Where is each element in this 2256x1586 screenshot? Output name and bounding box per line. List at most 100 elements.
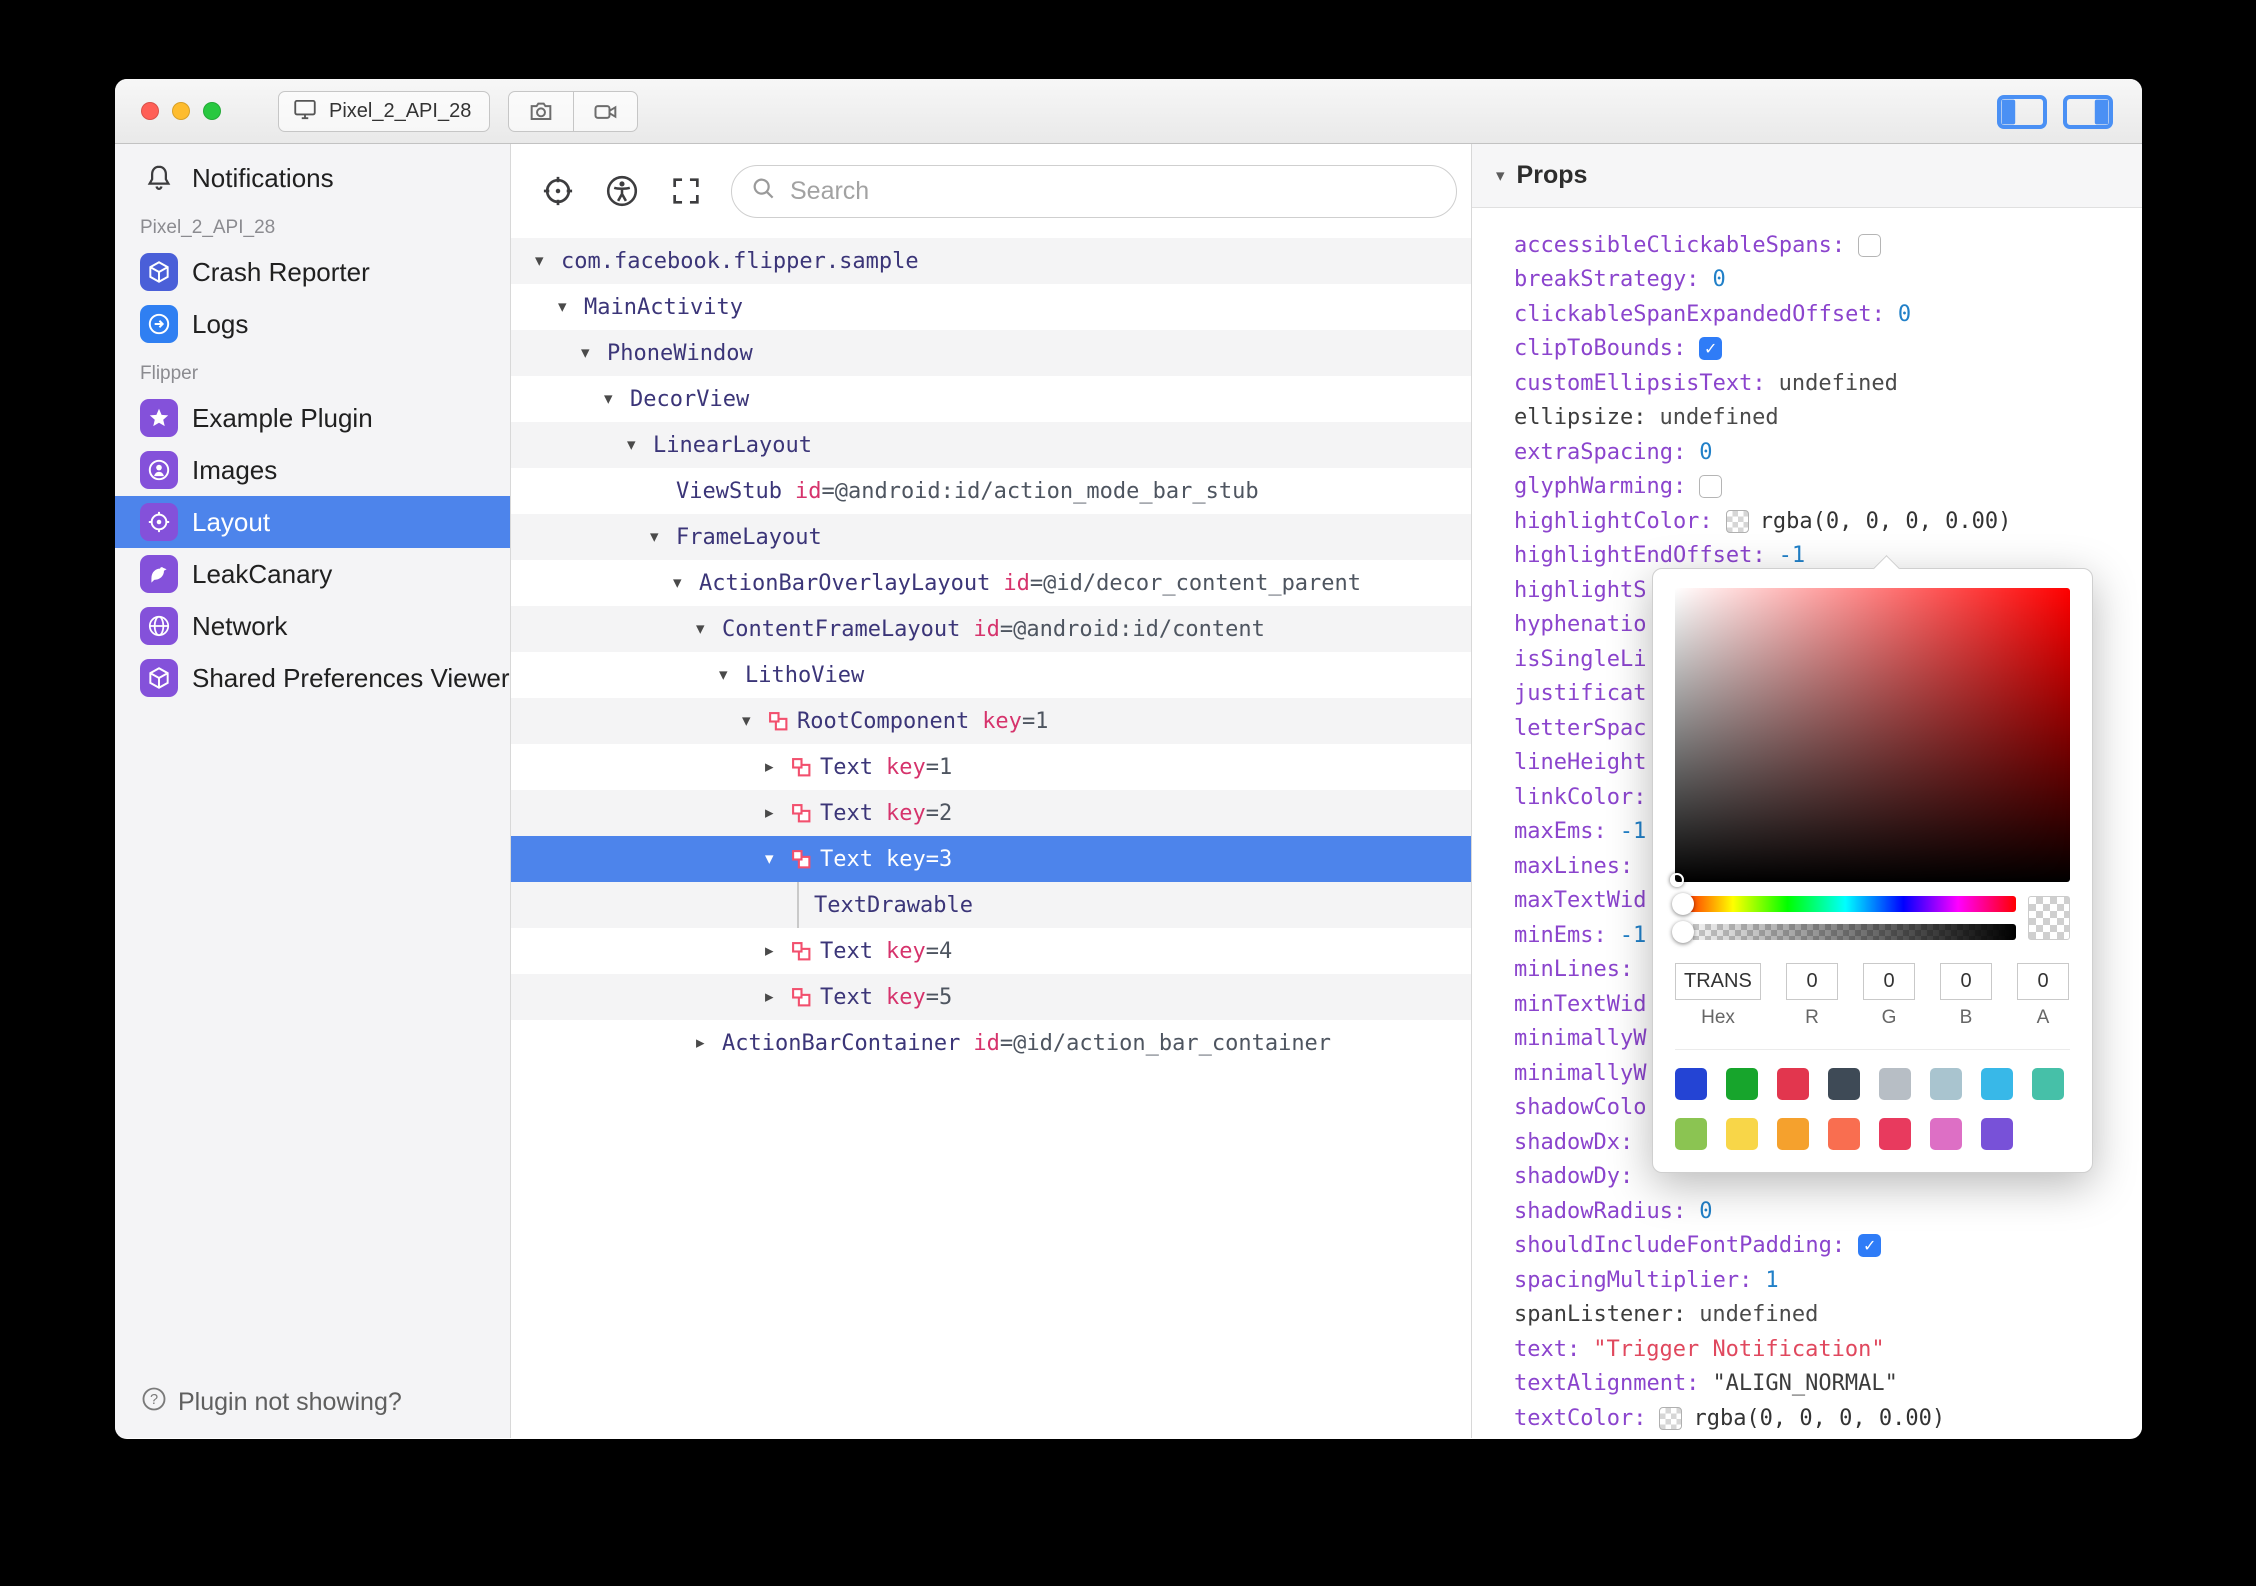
sidebar-item-leakcanary[interactable]: LeakCanary xyxy=(115,548,510,600)
tree-node-rootcomponent[interactable]: ▾ RootComponent key=1 xyxy=(511,698,1471,744)
chevron-right-icon[interactable]: ▸ xyxy=(765,803,791,823)
color-swatch[interactable] xyxy=(1828,1118,1860,1150)
prop-checkbox[interactable]: ✓ xyxy=(1699,337,1723,361)
chevron-down-icon[interactable]: ▾ xyxy=(742,711,768,731)
tree-node-mainactivity[interactable]: ▾ MainActivity xyxy=(511,284,1471,330)
chevron-down-icon[interactable]: ▾ xyxy=(673,573,699,593)
color-swatch[interactable] xyxy=(1675,1118,1707,1150)
color-swatch[interactable] xyxy=(1777,1118,1809,1150)
color-swatch[interactable] xyxy=(1828,1068,1860,1100)
r-label: R xyxy=(1805,1007,1819,1028)
prop-checkbox[interactable] xyxy=(1699,475,1723,499)
color-swatch[interactable] xyxy=(1981,1068,2013,1100)
hex-input[interactable]: TRANS xyxy=(1675,963,1761,1000)
sidebar-item-shared-preferences-viewer[interactable]: Shared Preferences Viewer xyxy=(115,652,510,704)
chevron-right-icon[interactable]: ▸ xyxy=(765,987,791,1007)
sidebar-item-layout[interactable]: Layout xyxy=(115,496,510,548)
litho-component-icon xyxy=(791,941,820,962)
color-swatch[interactable] xyxy=(1879,1068,1911,1100)
alpha-slider[interactable] xyxy=(1672,921,2016,943)
blue-input[interactable]: 0 xyxy=(1940,963,1992,1000)
tree-node-text[interactable]: ▸ Text key=2 xyxy=(511,790,1471,836)
bird-icon xyxy=(140,555,178,593)
g-label: G xyxy=(1881,1007,1897,1028)
close-button[interactable] xyxy=(141,102,159,120)
plugin-not-showing-link[interactable]: ? Plugin not showing? xyxy=(140,1385,402,1420)
flipper-window: Pixel_2_API_28 Notifications Pixel_2_API… xyxy=(115,79,2142,1439)
expand-button[interactable] xyxy=(667,172,705,210)
chevron-down-icon[interactable]: ▾ xyxy=(719,665,745,685)
toggle-right-panel-button[interactable] xyxy=(2062,94,2114,135)
tree-node-decorview[interactable]: ▾ DecorView xyxy=(511,376,1471,422)
chevron-down-icon[interactable]: ▾ xyxy=(558,297,584,317)
tree-node-text[interactable]: ▸ Text key=4 xyxy=(511,928,1471,974)
saturation-marker[interactable] xyxy=(1670,873,1684,887)
chevron-down-icon[interactable]: ▾ xyxy=(765,849,791,869)
tree-node-viewstub[interactable]: ViewStub id=@android:id/action_mode_bar_s… xyxy=(511,468,1471,514)
prop-checkbox[interactable] xyxy=(1858,233,1882,257)
color-swatch[interactable] xyxy=(1879,1118,1911,1150)
sidebar-item-logs[interactable]: Logs xyxy=(115,298,510,350)
color-swatch-checkbox[interactable] xyxy=(1725,509,1749,533)
hue-slider-knob[interactable] xyxy=(1672,893,1694,915)
screen-record-button[interactable] xyxy=(573,92,637,131)
screenshot-button[interactable] xyxy=(509,92,573,131)
color-swatch[interactable] xyxy=(1930,1118,1962,1150)
sidebar-item-network[interactable]: Network xyxy=(115,600,510,652)
tree-node-text[interactable]: ▸ Text key=1 xyxy=(511,744,1471,790)
chevron-down-icon[interactable]: ▾ xyxy=(604,389,630,409)
chevron-right-icon[interactable]: ▸ xyxy=(765,757,791,777)
sidebar-item-images[interactable]: Images xyxy=(115,444,510,496)
tree-node-linearlayout[interactable]: ▾ LinearLayout xyxy=(511,422,1471,468)
chevron-down-icon[interactable]: ▾ xyxy=(696,619,722,639)
alpha-input[interactable]: 0 xyxy=(2017,963,2069,1000)
color-swatch[interactable] xyxy=(1777,1068,1809,1100)
color-swatch[interactable] xyxy=(1726,1068,1758,1100)
green-input[interactable]: 0 xyxy=(1863,963,1915,1000)
prop-row-breakstrategy: breakStrategy: 0 xyxy=(1514,267,1726,293)
color-swatch[interactable] xyxy=(2032,1068,2064,1100)
zoom-button[interactable] xyxy=(203,102,221,120)
saturation-area[interactable] xyxy=(1670,588,2070,887)
tree-node-framelayout[interactable]: ▾ FrameLayout xyxy=(511,514,1471,560)
accessibility-mode-button[interactable] xyxy=(603,172,641,210)
tree-node-lithoview[interactable]: ▾ LithoView xyxy=(511,652,1471,698)
minimize-button[interactable] xyxy=(172,102,190,120)
prop-row-glyphwarming: glyphWarming: xyxy=(1472,470,2142,505)
b-label: B xyxy=(1959,1007,1973,1028)
search-icon xyxy=(750,175,778,208)
tree-node-textdrawable[interactable]: TextDrawable xyxy=(511,882,1471,928)
color-swatch-checkbox[interactable] xyxy=(1659,1406,1683,1430)
tree-node-text[interactable]: ▸ Text key=5 xyxy=(511,974,1471,1020)
chevron-down-icon[interactable]: ▾ xyxy=(581,343,607,363)
color-swatch[interactable] xyxy=(1930,1068,1962,1100)
prop-row-shouldincludefontpadding: shouldIncludeFontPadding: ✓ xyxy=(1472,1229,2142,1264)
chevron-down-icon[interactable]: ▾ xyxy=(535,251,561,271)
tree-node-phonewindow[interactable]: ▾ PhoneWindow xyxy=(511,330,1471,376)
tree-node-contentframelayout[interactable]: ▾ ContentFrameLayout id=@android:id/conten… xyxy=(511,606,1471,652)
device-selector[interactable]: Pixel_2_API_28 xyxy=(278,91,491,132)
sidebar-item-crash-reporter[interactable]: Crash Reporter xyxy=(115,246,510,298)
tree-node-actionbaroverlaylayout[interactable]: ▾ ActionBarOverlayLayout id=@id/decor_cont… xyxy=(511,560,1471,606)
color-swatch[interactable] xyxy=(1675,1068,1707,1100)
layout-inspector: ▾com.facebook.flipper.sample▾MainActivit… xyxy=(511,144,1472,1438)
select-element-button[interactable] xyxy=(539,172,577,210)
color-swatch[interactable] xyxy=(1726,1118,1758,1150)
sidebar-item-example-plugin[interactable]: Example Plugin xyxy=(115,392,510,444)
chevron-down-icon[interactable]: ▾ xyxy=(627,435,653,455)
toggle-left-panel-button[interactable] xyxy=(1996,94,2048,135)
alpha-slider-knob[interactable] xyxy=(1672,921,1694,943)
chevron-right-icon[interactable]: ▸ xyxy=(765,941,791,961)
props-header[interactable]: ▾ Props xyxy=(1472,144,2142,208)
chevron-down-icon[interactable]: ▾ xyxy=(650,527,676,547)
sidebar-item-notifications[interactable]: Notifications xyxy=(115,152,510,204)
hue-slider[interactable] xyxy=(1672,893,2016,915)
tree-node-com-facebook-flipper-sample[interactable]: ▾ com.facebook.flipper.sample xyxy=(511,238,1471,284)
chevron-right-icon[interactable]: ▸ xyxy=(696,1033,722,1053)
prop-checkbox[interactable]: ✓ xyxy=(1858,1234,1882,1258)
red-input[interactable]: 0 xyxy=(1786,963,1838,1000)
tree-node-text[interactable]: ▾ Text key=3 xyxy=(511,836,1471,882)
color-swatch[interactable] xyxy=(1981,1118,2013,1150)
tree-node-actionbarcontainer[interactable]: ▸ ActionBarContainer id=@id/action_bar_con… xyxy=(511,1020,1471,1066)
search-input[interactable] xyxy=(790,176,1438,206)
